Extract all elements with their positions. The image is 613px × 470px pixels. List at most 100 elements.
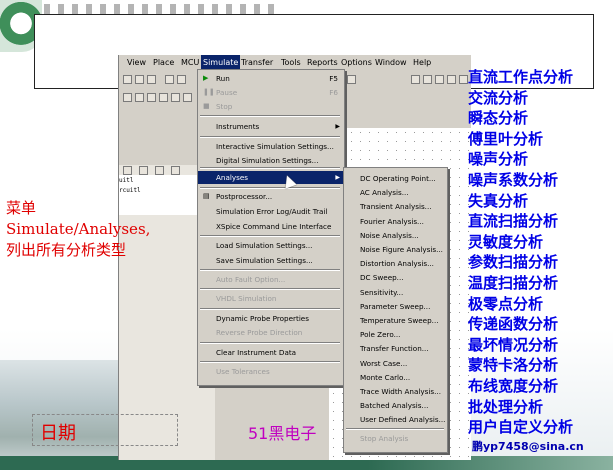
menu-separator: [200, 361, 340, 363]
analyses-menu-item[interactable]: Worst Case...: [344, 357, 447, 371]
pause-icon: ❚❚: [203, 88, 215, 96]
menu-separator: [200, 136, 340, 138]
zoom-icon[interactable]: [347, 75, 356, 84]
design-tree-item[interactable]: uitl: [119, 177, 133, 184]
menu-place[interactable]: Place: [151, 55, 176, 71]
preview-icon[interactable]: [147, 75, 156, 84]
menu-item-shortcut: F5: [329, 74, 338, 83]
simulate-menu: ▶ Run F5 ❚❚ Pause F6 ■ Stop Instruments ▶ Interact…: [197, 69, 345, 386]
simulate-menu-item: Auto Fault Option...: [198, 273, 344, 286]
analyses-menu-item[interactable]: Batched Analysis...: [344, 399, 447, 413]
brand-text: 51黑电子: [248, 424, 317, 443]
postprocessor-icon: ▤: [203, 192, 210, 200]
menu-separator: [200, 269, 340, 271]
new-file-icon[interactable]: [123, 75, 132, 84]
menu-window[interactable]: Window: [373, 55, 409, 71]
analysis-type-zh: 蒙特卡洛分析: [468, 356, 559, 375]
note-line-1: 菜单: [6, 199, 37, 217]
simulate-menu-item[interactable]: Analyses ▶: [198, 171, 344, 184]
simulate-menu-item[interactable]: Load Simulation Settings...: [198, 239, 344, 252]
analyses-menu-item[interactable]: User Defined Analysis...: [344, 413, 447, 427]
chart-icon[interactable]: [435, 75, 444, 84]
analyses-menu-item[interactable]: AC Analysis...: [344, 186, 447, 200]
analyses-menu-item[interactable]: Temperature Sweep...: [344, 314, 447, 328]
menu-help[interactable]: Help: [411, 55, 433, 71]
source-icon[interactable]: [123, 93, 132, 102]
analyses-menu-item[interactable]: Transfer Function...: [344, 342, 447, 356]
simulate-menu-item: Use Tolerances: [198, 365, 344, 378]
analysis-item-label: Temperature Sweep...: [360, 316, 439, 325]
simulate-menu-item[interactable]: ▤ Postprocessor...: [198, 190, 344, 203]
copy-icon[interactable]: [177, 75, 186, 84]
analysis-type-zh: 瞬态分析: [468, 109, 529, 128]
analog-icon[interactable]: [171, 93, 180, 102]
menu-note: 菜单 Simulate/Analyses, 列出所有分析类型: [6, 198, 196, 261]
simulate-menu-item[interactable]: Clear Instrument Data: [198, 346, 344, 359]
menu-item-label: XSpice Command Line Interface: [216, 222, 332, 231]
menu-item-label: Interactive Simulation Settings...: [216, 142, 334, 151]
analysis-type-zh: 灵敏度分析: [468, 232, 544, 251]
analysis-type-zh: 用户自定义分析: [468, 418, 574, 437]
analyses-menu-item[interactable]: Noise Figure Analysis...: [344, 243, 447, 257]
menu-item-label: VHDL Simulation: [216, 294, 277, 303]
simulate-menu-item[interactable]: Digital Simulation Settings...: [198, 154, 344, 167]
basic-icon[interactable]: [135, 93, 144, 102]
menu-separator: [200, 167, 340, 169]
menu-item-label: Load Simulation Settings...: [216, 241, 313, 250]
simulate-menu-item[interactable]: Interactive Simulation Settings...: [198, 140, 344, 153]
print-icon[interactable]: [135, 75, 144, 84]
grid-view-icon[interactable]: [411, 75, 420, 84]
simulate-menu-item[interactable]: XSpice Command Line Interface: [198, 220, 344, 233]
analyses-menu-item[interactable]: Parameter Sweep...: [344, 300, 447, 314]
analyses-menu-item[interactable]: DC Sweep...: [344, 271, 447, 285]
panel-close-icon[interactable]: [155, 166, 164, 175]
analyses-menu-item[interactable]: Trace Width Analysis...: [344, 385, 447, 399]
menu-separator: [200, 187, 340, 189]
grapher-icon[interactable]: [447, 75, 456, 84]
table-icon[interactable]: [423, 75, 432, 84]
simulate-menu-item: ■ Stop: [198, 100, 344, 113]
analyses-menu-item[interactable]: Fourier Analysis...: [344, 215, 447, 229]
analysis-item-label: User Defined Analysis...: [360, 415, 446, 425]
simulate-menu-item[interactable]: Dynamic Probe Properties: [198, 312, 344, 325]
list-icon[interactable]: [459, 75, 468, 84]
simulate-menu-item[interactable]: Instruments ▶: [198, 120, 344, 133]
analysis-item-label: DC Operating Point...: [360, 174, 436, 183]
analyses-menu-item: Stop Analysis: [344, 432, 447, 446]
analysis-type-zh: 参数扫描分析: [468, 253, 559, 272]
menu-item-label: Clear Instrument Data: [216, 348, 297, 357]
panel-hierarchy-icon[interactable]: [171, 166, 180, 175]
simulate-menu-item[interactable]: Simulation Error Log/Audit Trail: [198, 205, 344, 218]
menu-view[interactable]: View: [125, 55, 148, 71]
panel-save-icon[interactable]: [139, 166, 148, 175]
simulate-menu-item: ❚❚ Pause F6: [198, 86, 344, 99]
submenu-arrow-icon: ▶: [335, 174, 340, 181]
design-tree-item[interactable]: rcuitl: [119, 187, 141, 194]
menu-separator: [200, 235, 340, 237]
simulate-menu-item[interactable]: ▶ Run F5: [198, 72, 344, 85]
menu-item-label: Analyses: [216, 173, 249, 182]
menu-item-label: Postprocessor...: [216, 192, 273, 201]
analyses-menu-item[interactable]: Transient Analysis...: [344, 200, 447, 214]
analyses-menu-item[interactable]: Distortion Analysis...: [344, 257, 447, 271]
analyses-menu-item[interactable]: Pole Zero...: [344, 328, 447, 342]
submenu-arrow-icon: ▶: [335, 123, 340, 130]
transistor-icon[interactable]: [159, 93, 168, 102]
analyses-menu-item[interactable]: Monte Carlo...: [344, 371, 447, 385]
cut-icon[interactable]: [165, 75, 174, 84]
menu-separator: [346, 428, 444, 430]
analyses-menu-item[interactable]: Noise Analysis...: [344, 229, 447, 243]
email-text: 鹏yp7458@sina.cn: [472, 440, 584, 453]
analysis-type-zh: 噪声分析: [468, 150, 529, 169]
analysis-type-zh: 噪声系数分析: [468, 171, 559, 189]
simulate-menu-item[interactable]: Save Simulation Settings...: [198, 254, 344, 267]
analyses-menu-item[interactable]: DC Operating Point...: [344, 172, 447, 186]
analysis-type-zh: 布线宽度分析: [468, 377, 559, 395]
analysis-item-label: Sensitivity...: [360, 287, 404, 297]
simulate-menu-item: Reverse Probe Direction: [198, 326, 344, 339]
ttl-icon[interactable]: [183, 93, 192, 102]
diode-icon[interactable]: [147, 93, 156, 102]
menu-item-label: Run: [216, 74, 230, 83]
analyses-menu-item[interactable]: Sensitivity...: [344, 286, 447, 300]
panel-open-icon[interactable]: [123, 166, 132, 175]
